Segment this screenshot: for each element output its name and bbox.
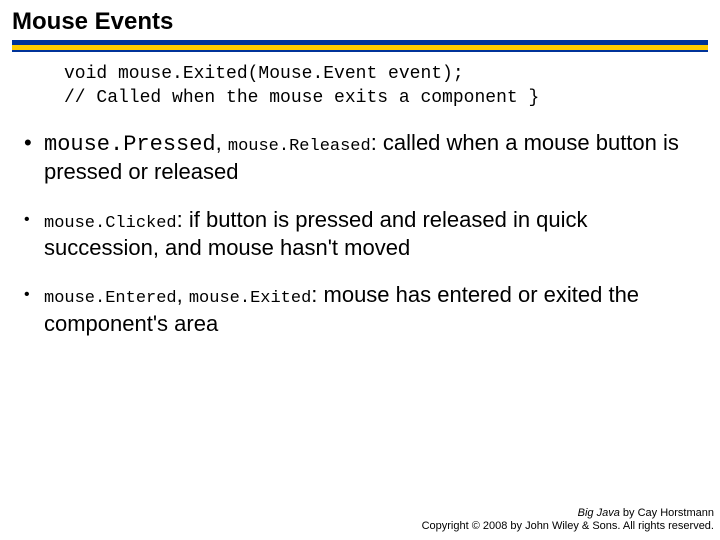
footer-byline: by Cay Horstmann	[620, 507, 714, 519]
bullet-3-method-2: mouse.Exited	[189, 289, 311, 308]
bullet-3: mouse.Entered, mouse.Exited: mouse has e…	[24, 281, 696, 337]
bullet-1: mouse.Pressed, mouse.Released: called wh…	[24, 129, 696, 186]
bullet-2: mouse.Clicked: if button is pressed and …	[24, 206, 696, 262]
bullet-3-sep: ,	[177, 282, 189, 307]
bullet-1-sep: ,	[216, 130, 228, 155]
bullet-1-method-2: mouse.Released	[228, 137, 371, 156]
title-block: Mouse Events	[0, 0, 720, 52]
bullet-3-method-1: mouse.Entered	[44, 289, 177, 308]
footer-line-1: Big Java by Cay Horstmann	[422, 507, 714, 521]
code-line-2: // Called when the mouse exits a compone…	[64, 88, 539, 108]
code-line-1: void mouse.Exited(Mouse.Event event);	[64, 64, 464, 84]
title-rule	[12, 40, 708, 52]
slide: Mouse Events void mouse.Exited(Mouse.Eve…	[0, 0, 720, 540]
code-block: void mouse.Exited(Mouse.Event event); //…	[64, 62, 720, 111]
bullet-list: mouse.Pressed, mouse.Released: called wh…	[0, 129, 720, 338]
slide-title: Mouse Events	[12, 8, 708, 36]
footer-copyright: Copyright © 2008 by John Wiley & Sons. A…	[422, 520, 714, 534]
footer-book-title: Big Java	[578, 507, 620, 519]
bullet-1-method-1: mouse.Pressed	[44, 132, 216, 157]
bullet-2-method-1: mouse.Clicked	[44, 214, 177, 233]
rule-blue-thin	[12, 50, 708, 52]
footer: Big Java by Cay Horstmann Copyright © 20…	[422, 507, 714, 535]
